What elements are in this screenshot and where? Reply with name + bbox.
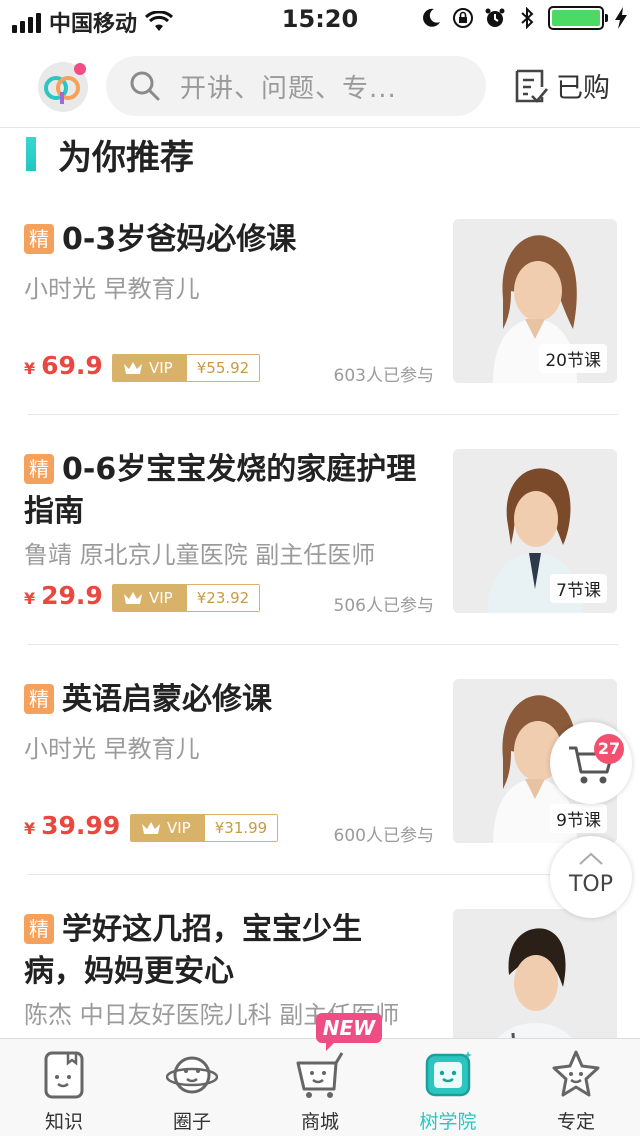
course-thumbnail[interactable] — [453, 909, 617, 1039]
cart-face-icon — [296, 1052, 344, 1098]
featured-tag: 精 — [24, 224, 54, 254]
divider — [28, 414, 618, 415]
tab-label: 知识 — [44, 1111, 83, 1133]
course-item[interactable]: 精 0-3岁爸妈必修课 小时光 早教育儿 ¥69.9 VIP ¥55.92 603… — [24, 219, 618, 449]
section-title: 为你推荐 — [58, 137, 194, 178]
currency-symbol: ¥ — [24, 589, 36, 608]
cart-count-badge: 27 — [594, 734, 624, 764]
purchased-button[interactable]: 已购 — [512, 66, 610, 105]
currency-symbol: ¥ — [24, 359, 36, 378]
vip-label: VIP — [149, 589, 173, 607]
price-value: 39.99 — [41, 811, 121, 840]
price-value: 29.9 — [41, 581, 103, 610]
lesson-count: 7节课 — [550, 574, 607, 603]
tab-label: 商城 — [300, 1111, 339, 1133]
featured-tag: 精 — [24, 454, 54, 484]
vip-label: VIP — [167, 819, 191, 837]
course-title: 精 0-3岁爸妈必修课 — [24, 219, 434, 261]
course-price: ¥69.9 — [24, 351, 103, 380]
divider — [28, 644, 618, 645]
currency-symbol: ¥ — [24, 819, 36, 838]
purchased-label: 已购 — [556, 73, 610, 104]
featured-tag: 精 — [24, 684, 54, 714]
star-face-icon — [552, 1050, 600, 1097]
course-title: 精 0-6岁宝宝发烧的家庭护理指南 — [24, 449, 434, 533]
price-value: 69.9 — [41, 351, 103, 380]
back-to-top-button[interactable]: TOP — [550, 836, 632, 918]
top-label: TOP — [568, 872, 614, 897]
tab-academy[interactable]: 树学院 — [384, 1039, 512, 1136]
battery-icon — [548, 6, 608, 30]
divider — [28, 874, 618, 875]
crown-icon — [124, 592, 142, 604]
tab-special[interactable]: 专定 — [512, 1039, 640, 1136]
crown-icon — [142, 822, 160, 834]
course-price: ¥29.9 — [24, 581, 103, 610]
app-logo-icon[interactable] — [36, 60, 90, 114]
course-title-text: 英语启蒙必修课 — [62, 682, 272, 717]
course-title-text: 0-3岁爸妈必修课 — [62, 222, 297, 257]
vip-price: ¥23.92 — [186, 585, 260, 611]
search-placeholder: 开讲、问题、专... — [180, 73, 397, 104]
course-title: 精英语启蒙必修课 — [24, 679, 434, 721]
moon-icon — [423, 8, 440, 27]
floating-cart-button[interactable]: 27 — [550, 722, 632, 804]
vip-price-badge: VIP ¥31.99 — [130, 814, 279, 842]
course-author: 小时光 早教育儿 — [24, 735, 200, 763]
course-title-text: 学好这几招，宝宝少生病，妈妈更安心 — [24, 912, 362, 989]
bluetooth-icon — [521, 7, 534, 29]
section-accent-bar — [26, 137, 36, 171]
participant-count: 506人已参与 — [333, 596, 434, 616]
top-bar: 开讲、问题、专... 已购 — [0, 46, 640, 128]
bottom-tab-bar: 知识 圈子 商城 树学院 专定 — [0, 1038, 640, 1136]
course-item[interactable]: 精英语启蒙必修课 小时光 早教育儿 ¥39.99 VIP ¥31.99 600人… — [24, 679, 618, 909]
tab-label: 专定 — [556, 1111, 595, 1133]
course-thumbnail[interactable]: 7节课 — [453, 449, 617, 613]
lesson-count: 20节课 — [539, 344, 607, 373]
crown-icon — [124, 362, 142, 374]
course-author: 鲁靖 原北京儿童医院 副主任医师 — [24, 541, 376, 569]
instructor-photo — [453, 909, 617, 1039]
purchased-list-icon — [515, 69, 548, 103]
book-face-icon — [44, 1051, 84, 1099]
tv-face-icon — [425, 1051, 472, 1097]
vip-price-badge: VIP ¥55.92 — [112, 354, 261, 382]
lesson-count: 9节课 — [550, 804, 607, 833]
new-badge: NEW — [316, 1013, 382, 1051]
featured-tag: 精 — [24, 914, 54, 944]
course-thumbnail[interactable]: 20节课 — [453, 219, 617, 383]
course-price: ¥39.99 — [24, 811, 120, 840]
tab-label: 圈子 — [172, 1111, 211, 1133]
course-title: 精学好这几招，宝宝少生病，妈妈更安心 — [24, 909, 364, 993]
participant-count: 600人已参与 — [333, 826, 434, 846]
vip-label: VIP — [149, 359, 173, 377]
participant-count: 603人已参与 — [333, 366, 434, 386]
section-header: 为你推荐 — [26, 132, 194, 178]
tab-label: 树学院 — [419, 1111, 477, 1133]
charging-icon — [615, 7, 627, 29]
alarm-icon — [485, 8, 505, 27]
course-author: 小时光 早教育儿 — [24, 275, 200, 303]
tab-circle[interactable]: 圈子 — [128, 1039, 256, 1136]
course-item[interactable]: 精 0-6岁宝宝发烧的家庭护理指南 鲁靖 原北京儿童医院 副主任医师 ¥29.9 … — [24, 449, 618, 679]
course-title-text: 0-6岁宝宝发烧的家庭护理指南 — [24, 452, 417, 529]
vip-price: ¥31.99 — [204, 815, 278, 841]
planet-face-icon — [166, 1056, 218, 1094]
rotation-lock-icon — [453, 8, 473, 28]
vip-price: ¥55.92 — [186, 355, 260, 381]
tab-knowledge[interactable]: 知识 — [0, 1039, 128, 1136]
search-input[interactable]: 开讲、问题、专... — [106, 56, 486, 116]
status-bar: 中国移动 15:20 — [0, 0, 640, 40]
search-icon — [130, 71, 160, 101]
tab-mall[interactable]: 商城 — [256, 1039, 384, 1136]
vip-price-badge: VIP ¥23.92 — [112, 584, 261, 612]
status-right — [420, 6, 628, 30]
chevron-up-icon — [579, 852, 603, 865]
